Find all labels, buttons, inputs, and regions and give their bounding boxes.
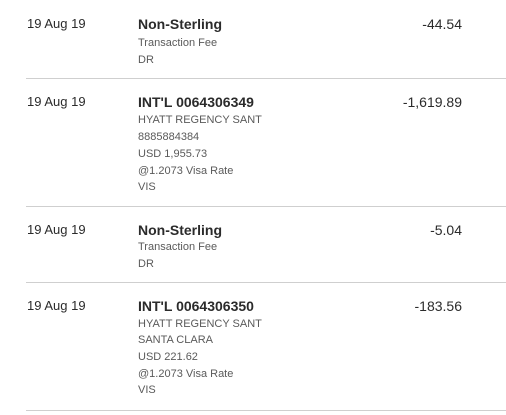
transaction-row[interactable]: 19 Aug 19 Non-Sterling -44.54 Transactio… [0,0,506,78]
transaction-title: Non-Sterling [138,16,222,32]
transaction-detail: SANTA CLARA [138,334,213,346]
row-divider [26,410,506,411]
transaction-detail: @1.2073 Visa Rate [138,368,234,380]
transaction-title: INT'L 0064306349 [138,94,254,110]
transaction-date: 19 Aug 19 [27,222,86,237]
transaction-detail: DR [138,258,154,270]
transaction-detail: DR [138,54,154,66]
transaction-detail: HYATT REGENCY SANT [138,114,262,126]
transaction-detail: @1.2073 Visa Rate [138,165,234,177]
transaction-detail: HYATT REGENCY SANT [138,318,262,330]
transaction-row[interactable]: 19 Aug 19 INT'L 0064306350 -183.56 HYATT… [0,283,506,410]
transaction-date: 19 Aug 19 [27,16,86,31]
transaction-row[interactable]: 19 Aug 19 Non-Sterling -5.04 Transaction… [0,207,506,282]
transaction-row[interactable]: 19 Aug 19 INT'L 0064306349 -1,619.89 HYA… [0,79,506,206]
transaction-amount: -5.04 [430,222,462,238]
transaction-detail: VIS [138,384,156,396]
transaction-detail: Transaction Fee [138,37,218,49]
transaction-detail: Transaction Fee [138,241,218,253]
transaction-amount: -44.54 [422,16,462,32]
transaction-detail: 8885884384 [138,131,200,143]
transaction-detail: USD 1,955.73 [138,148,208,160]
transaction-title: Non-Sterling [138,222,222,238]
transaction-date: 19 Aug 19 [27,298,86,313]
transaction-detail: VIS [138,181,156,193]
transaction-detail: USD 221.62 [138,351,198,363]
transaction-amount: -183.56 [414,298,462,314]
transaction-date: 19 Aug 19 [27,94,86,109]
transaction-title: INT'L 0064306350 [138,298,254,314]
transaction-amount: -1,619.89 [402,94,462,110]
